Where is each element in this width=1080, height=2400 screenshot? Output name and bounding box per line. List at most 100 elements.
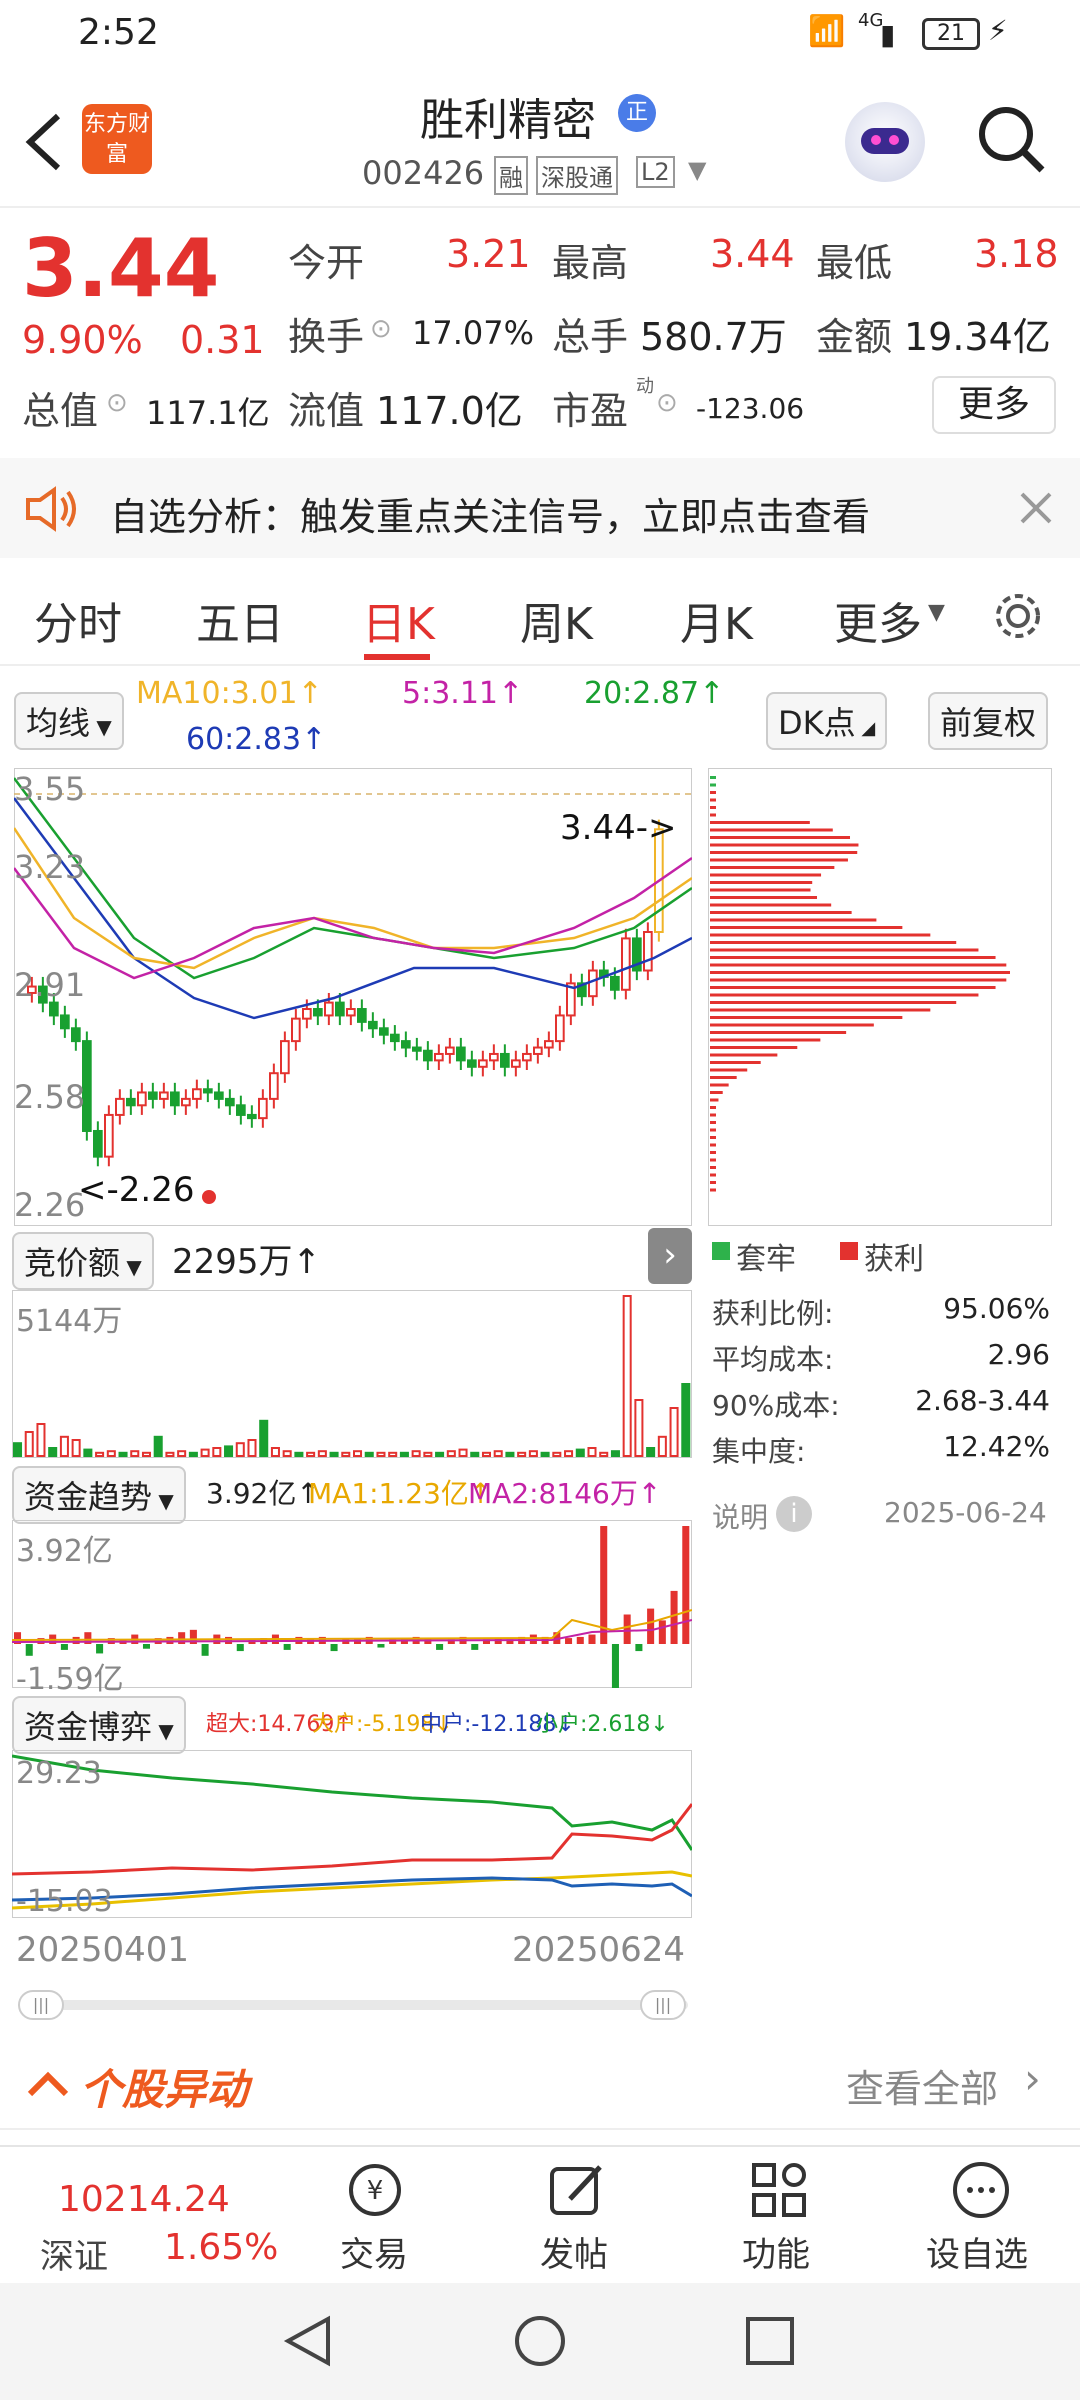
auction-bar xyxy=(505,1451,515,1458)
add-watchlist-label[interactable]: 设自选 xyxy=(926,2227,1028,2276)
chip-bar xyxy=(710,903,832,907)
auction-bar xyxy=(153,1435,163,1458)
auction-bar xyxy=(622,1295,632,1457)
function-grid-icon[interactable] xyxy=(748,2159,810,2221)
fund-game-top-label: 29.23 xyxy=(16,1756,102,1791)
chip-bar xyxy=(710,1173,716,1177)
auction-bar xyxy=(118,1451,128,1458)
chip-bar xyxy=(710,1038,821,1042)
ma20-label: 20:2.87↑ xyxy=(584,676,725,711)
banner-text: 自选分析：触发重点关注信号，立即点击查看 xyxy=(110,495,871,539)
low-label: 最低 xyxy=(816,241,893,285)
tab-more[interactable]: 更多 xyxy=(834,588,922,652)
turnover-value: 17.07% xyxy=(412,314,535,352)
candle-body xyxy=(511,1059,521,1068)
amount-value: 19.34亿 xyxy=(904,315,1051,359)
fund-game-selector[interactable]: 资金博弈 ▼ xyxy=(12,1696,186,1754)
settings-gear-icon[interactable] xyxy=(990,588,1046,644)
info-icon[interactable]: ⊙ xyxy=(106,388,128,418)
post-edit-icon[interactable] xyxy=(546,2159,608,2221)
chip-bar xyxy=(710,1121,716,1124)
tab-weekly-k[interactable]: 周K xyxy=(520,588,593,652)
info-icon[interactable]: i xyxy=(776,1496,812,1532)
adjust-button[interactable]: 前复权 xyxy=(928,692,1049,750)
candle-body xyxy=(258,1097,268,1120)
tab-daily-k[interactable]: 日K xyxy=(362,588,435,652)
low-point-dot xyxy=(202,1190,216,1204)
chip-bar xyxy=(710,1061,761,1064)
svg-text:¥: ¥ xyxy=(367,2176,384,2206)
dk-point-selector[interactable]: DK点 ◢ xyxy=(766,692,888,750)
more-dots-icon[interactable] xyxy=(950,2159,1012,2221)
bottom-toolbar: 10214.24 深证 1.65% ¥ 交易 发帖 功能 设自选 xyxy=(0,2145,1080,2283)
recent-square-icon[interactable] xyxy=(744,2315,796,2367)
fund-bar xyxy=(588,1634,596,1644)
candle-body xyxy=(500,1052,510,1068)
chip-stat-value: 12.42% xyxy=(943,1430,1050,1463)
fund-game-selector-label: 资金博弈 xyxy=(24,1708,153,1746)
candle-body xyxy=(489,1052,499,1062)
fund-trend-selector[interactable]: 资金趋势 ▼ xyxy=(12,1466,186,1524)
stock-movement-section[interactable]: 个股异动 查看全部 › xyxy=(0,2040,1080,2130)
more-button[interactable]: 更多 xyxy=(932,376,1056,434)
chip-bar xyxy=(710,978,1007,982)
chip-bar xyxy=(710,828,833,832)
auction-bar xyxy=(587,1447,597,1457)
index-name[interactable]: 深证 xyxy=(40,2229,108,2278)
back-icon[interactable] xyxy=(20,110,64,174)
app-logo[interactable]: 东方财富 xyxy=(82,104,152,174)
nav-bar: 东方财富 胜利精密 正 002426 融 深股通 L2 ▼ xyxy=(0,72,1080,208)
trade-label[interactable]: 交易 xyxy=(340,2227,408,2276)
fund-game-chart[interactable] xyxy=(12,1750,692,1918)
trade-icon[interactable]: ¥ xyxy=(344,2159,406,2221)
info-icon[interactable]: ⊙ xyxy=(370,314,392,344)
auction-bar xyxy=(634,1399,644,1457)
chip-bar xyxy=(710,851,858,854)
note-label[interactable]: 说明 xyxy=(712,1496,768,1536)
candle-body xyxy=(456,1046,466,1062)
dropdown-icon[interactable]: ▼ xyxy=(688,156,706,184)
range-handle-right[interactable]: ||| xyxy=(640,1990,686,2020)
range-handle-left[interactable]: ||| xyxy=(18,1990,64,2020)
info-icon[interactable]: ⊙ xyxy=(656,388,678,418)
index-percent[interactable]: 1.65% xyxy=(164,2227,278,2268)
chip-bar xyxy=(710,881,813,884)
fund-bar xyxy=(201,1644,209,1656)
index-value[interactable]: 10214.24 xyxy=(58,2179,230,2220)
fund-bar xyxy=(377,1644,385,1648)
candle-body xyxy=(533,1046,543,1055)
last-price-label: 3.44-> xyxy=(560,808,677,848)
chip-bar xyxy=(710,1143,716,1147)
high-label: 最高 xyxy=(552,241,629,285)
candle-body xyxy=(368,1020,378,1030)
signal-banner[interactable]: 自选分析：触发重点关注信号，立即点击查看 xyxy=(0,458,1080,558)
tab-monthly-k[interactable]: 月K xyxy=(680,588,753,652)
fund-trend-selector-label: 资金趋势 xyxy=(24,1478,153,1516)
ma60-label: 60:2.83↑ xyxy=(186,722,327,757)
candle-body xyxy=(357,1008,367,1023)
tab-intraday[interactable]: 分时 xyxy=(34,588,122,652)
close-icon[interactable] xyxy=(1018,490,1054,526)
fund-bar xyxy=(565,1638,573,1644)
function-label[interactable]: 功能 xyxy=(742,2227,810,2276)
search-icon[interactable] xyxy=(976,104,1046,174)
ma-selector[interactable]: 均线 ▼ xyxy=(14,692,124,750)
view-all-link[interactable]: 查看全部 xyxy=(846,2058,998,2113)
candle-body xyxy=(445,1046,455,1055)
float-value: 117.0亿 xyxy=(376,389,523,433)
auction-bar xyxy=(188,1451,198,1458)
back-triangle-icon[interactable] xyxy=(282,2313,334,2369)
tab-five-day[interactable]: 五日 xyxy=(196,588,284,652)
auction-bar xyxy=(259,1419,269,1458)
chip-stat-label: 获利比例: xyxy=(712,1297,834,1330)
change-value: 0.31 xyxy=(180,318,265,362)
post-label[interactable]: 发帖 xyxy=(540,2227,608,2276)
home-circle-icon[interactable] xyxy=(512,2313,568,2369)
auction-bar xyxy=(470,1451,480,1458)
range-scrollbar[interactable] xyxy=(18,2000,688,2010)
auction-selector[interactable]: 竞价额 ▼ xyxy=(12,1232,154,1290)
auction-bar xyxy=(200,1448,210,1458)
chip-bar xyxy=(710,941,957,944)
robot-avatar-icon[interactable] xyxy=(845,102,925,182)
expand-arrow-icon[interactable]: › xyxy=(648,1228,692,1284)
